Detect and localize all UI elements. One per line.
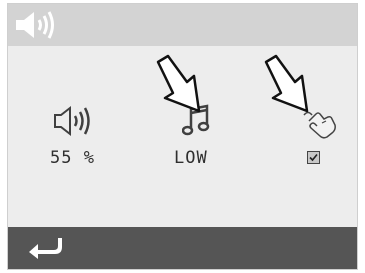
volume-setting[interactable]: 55 % [50, 104, 110, 174]
settings-content: 55 % LOW [8, 46, 357, 229]
volume-value: 55 % [50, 148, 95, 168]
speaker-volume-icon [54, 105, 90, 137]
back-button[interactable] [26, 235, 66, 261]
back-return-icon [29, 238, 62, 259]
arrow-down-outline-icon [156, 54, 201, 113]
sound-level-setting[interactable]: LOW [168, 104, 218, 174]
sound-level-value: LOW [174, 148, 208, 168]
title-bar [8, 4, 357, 46]
touch-sound-checkbox[interactable] [307, 151, 320, 164]
checkmark-icon [309, 153, 318, 162]
volume-settings-screen: 55 % LOW [7, 3, 358, 270]
touch-sound-setting[interactable] [298, 104, 343, 174]
footer-bar [8, 227, 357, 269]
arrow-down-outline-icon [264, 54, 309, 113]
speaker-volume-icon [16, 11, 54, 39]
